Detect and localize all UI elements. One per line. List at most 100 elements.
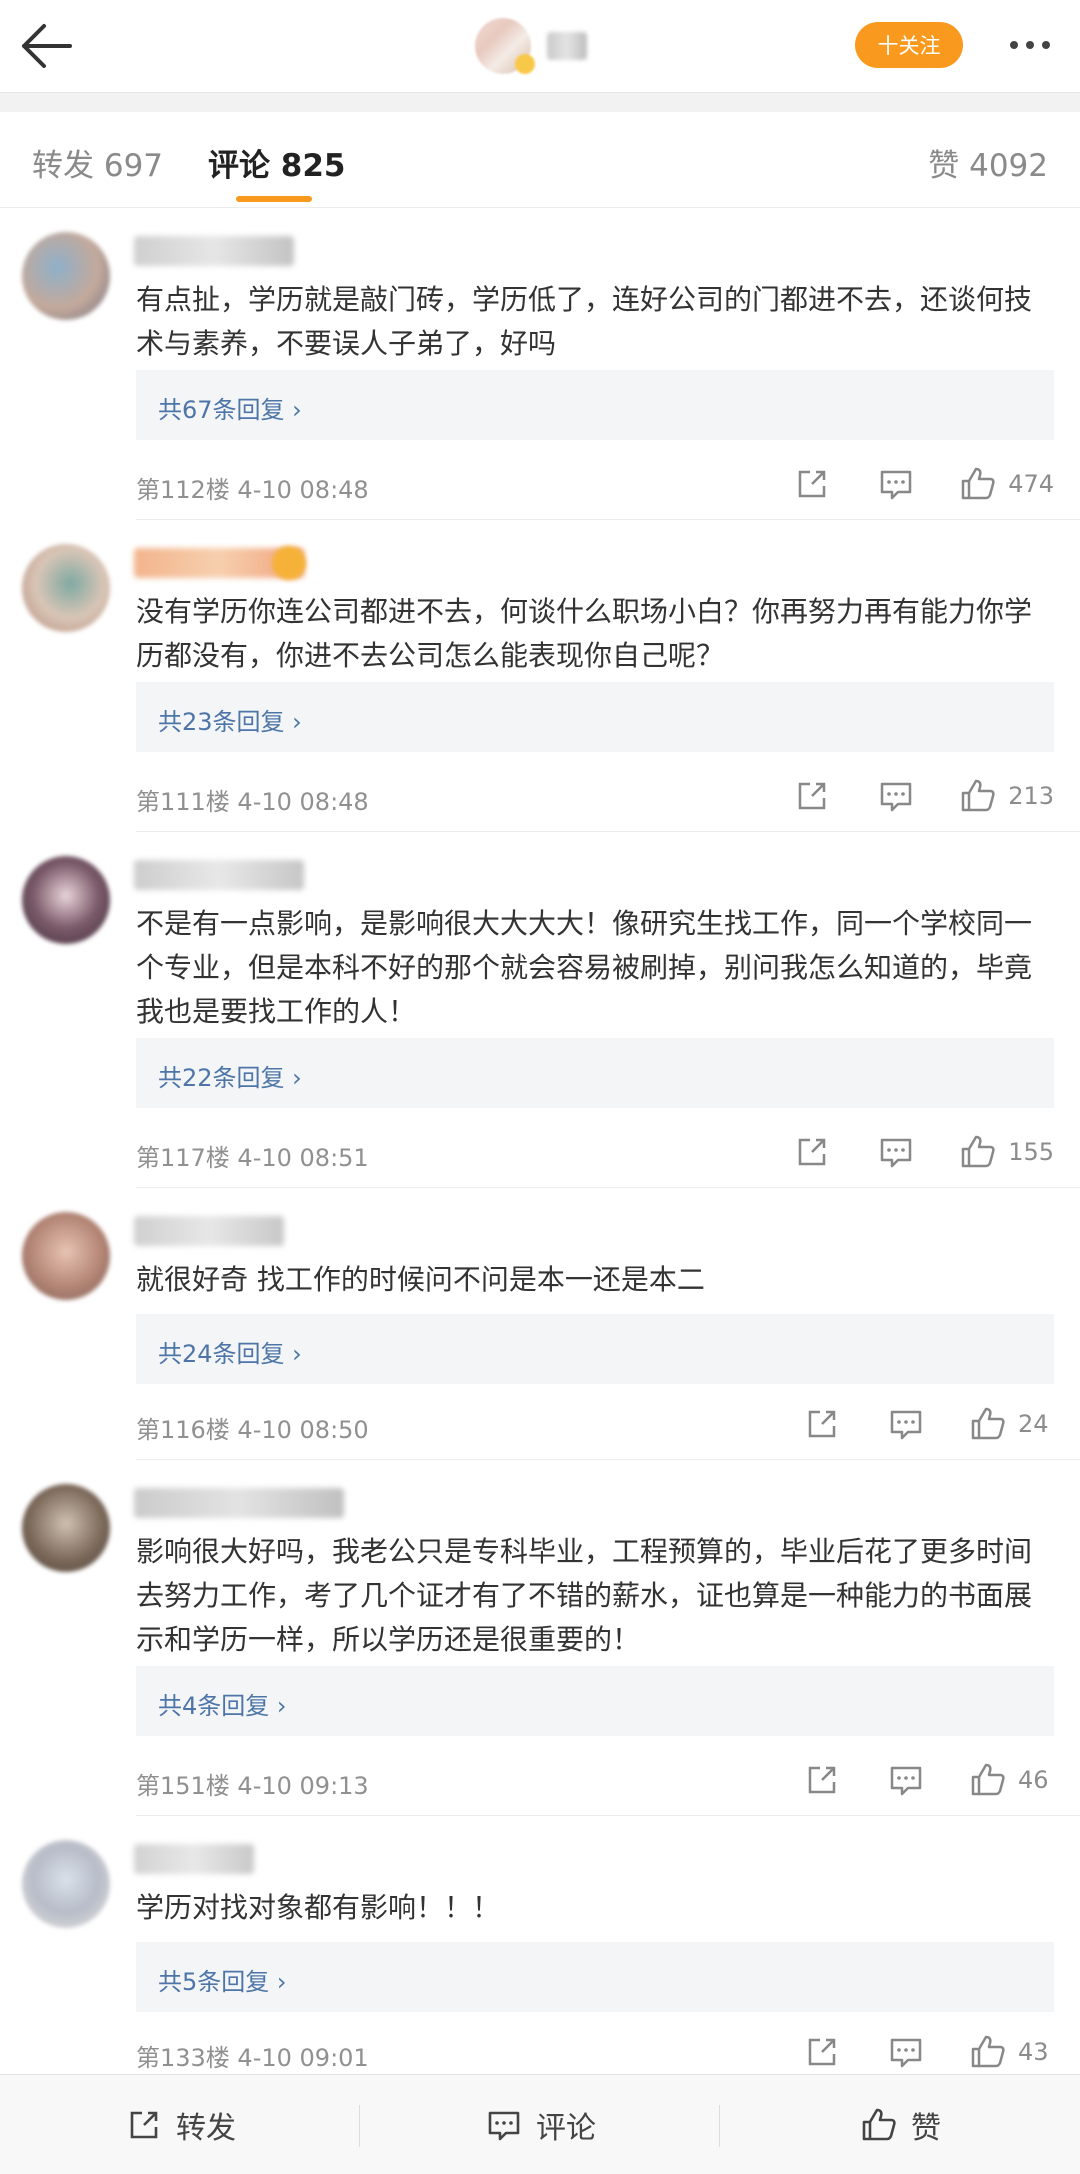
reply-count-label: 共23条回复 › <box>158 708 302 736</box>
like-label: 赞 <box>911 2111 941 2146</box>
comment-meta: 第117楼 4-10 08:51 <box>136 1144 369 1172</box>
comment-item: 不是有一点影响，是影响很大大大大！像研究生找工作，同一个学校同一个专业，但是本科… <box>0 832 1080 1188</box>
section-divider <box>0 92 1080 112</box>
arrow-left-icon <box>22 24 72 68</box>
like-button[interactable]: 155 <box>958 1132 1054 1172</box>
view-replies-button[interactable]: 共24条回复 › <box>136 1314 1054 1384</box>
like-post-button[interactable]: 赞 <box>720 2075 1080 2174</box>
thumbs-up-icon <box>961 1135 995 1168</box>
thumbs-up-icon <box>971 1407 1005 1440</box>
follow-button[interactable]: 十关注 <box>855 22 963 68</box>
tab-comments[interactable]: 评论 825 <box>208 140 346 185</box>
comment-actions: 43 <box>802 2032 1054 2072</box>
comment-item: 没有学历你连公司都进不去，何谈什么职场小白？你再努力再有能力你学历都没有，你进不… <box>0 520 1080 832</box>
more-dot <box>1042 41 1050 49</box>
like-count: 474 <box>1008 470 1054 498</box>
view-replies-button[interactable]: 共67条回复 › <box>136 370 1054 440</box>
like-button[interactable]: 474 <box>958 464 1054 504</box>
comment-text: 学历对找对象都有影响！！！ <box>136 1891 501 1924</box>
like-button[interactable]: 43 <box>968 2032 1054 2072</box>
comment-text: 有点扯，学历就是敲门砖，学历低了，连好公司的门都进不去，还谈何技术与素养，不要误… <box>136 283 1033 360</box>
like-count: 46 <box>1018 1766 1049 1794</box>
commenter-name-blurred[interactable] <box>134 1488 344 1518</box>
commenter-avatar[interactable] <box>22 1212 110 1300</box>
commenter-avatar[interactable] <box>22 1484 110 1572</box>
comment-actions: 474 <box>792 464 1054 504</box>
comment-icon[interactable] <box>876 464 916 504</box>
share-icon[interactable] <box>802 2032 842 2072</box>
reply-count-label: 共24条回复 › <box>158 1340 302 1368</box>
thumbs-up-icon <box>971 2035 1005 2068</box>
comment-text: 不是有一点影响，是影响很大大大大！像研究生找工作，同一个学校同一个专业，但是本科… <box>136 907 1033 1028</box>
share-icon[interactable] <box>792 464 832 504</box>
like-count: 155 <box>1008 1138 1054 1166</box>
share-icon[interactable] <box>802 1404 842 1444</box>
interaction-tabs: 转发 697 评论 825 赞 4092 <box>0 112 1080 208</box>
like-button[interactable]: 24 <box>968 1404 1054 1444</box>
comment-meta: 第133楼 4-10 09:01 <box>136 2044 369 2072</box>
commenter-name-blurred[interactable] <box>134 1844 254 1874</box>
commenter-avatar[interactable] <box>22 856 110 944</box>
more-dots-icon <box>1010 41 1018 49</box>
tab-likes[interactable]: 赞 4092 <box>928 140 1048 185</box>
comment-actions: 213 <box>792 776 1054 816</box>
comment-text: 没有学历你连公司都进不去，何谈什么职场小白？你再努力再有能力你学历都没有，你进不… <box>136 595 1033 672</box>
share-icon[interactable] <box>802 1760 842 1800</box>
reply-count-label: 共4条回复 › <box>158 1692 287 1720</box>
comment-text: 就很好奇 找工作的时候问不问是本一还是本二 <box>136 1263 705 1296</box>
view-replies-button[interactable]: 共22条回复 › <box>136 1038 1054 1108</box>
like-button[interactable]: 213 <box>958 776 1054 816</box>
commenter-name-blurred[interactable] <box>134 236 294 266</box>
active-tab-indicator <box>236 196 312 202</box>
share-icon <box>130 2111 158 2139</box>
commenter-name-blurred[interactable] <box>134 860 304 890</box>
comment-item: 影响很大好吗，我老公只是专科毕业，工程预算的，毕业后花了更多时间去努力工作，考了… <box>0 1460 1080 1816</box>
comment-icon[interactable] <box>886 1404 926 1444</box>
comment-meta: 第112楼 4-10 08:48 <box>136 476 369 504</box>
comment-item: 就很好奇 找工作的时候问不问是本一还是本二 共24条回复 › 第116楼 4-1… <box>0 1188 1080 1460</box>
tab-reposts[interactable]: 转发 697 <box>32 140 163 185</box>
like-count: 43 <box>1018 2038 1049 2066</box>
repost-button[interactable]: 转发 <box>0 2075 360 2174</box>
bottom-action-bar: 转发 评论 赞 <box>0 2074 1080 2174</box>
view-replies-button[interactable]: 共23条回复 › <box>136 682 1054 752</box>
share-icon[interactable] <box>792 776 832 816</box>
comment-icon[interactable] <box>886 2032 926 2072</box>
back-button[interactable] <box>14 16 80 76</box>
comment-text: 影响很大好吗，我老公只是专科毕业，工程预算的，毕业后花了更多时间去努力工作，考了… <box>136 1535 1033 1656</box>
comment-icon <box>488 2111 520 2141</box>
comment-icon[interactable] <box>876 776 916 816</box>
thumbs-up-icon <box>971 1763 1005 1796</box>
view-replies-button[interactable]: 共5条回复 › <box>136 1942 1054 2012</box>
member-badge-icon <box>272 546 306 580</box>
thumbs-up-icon <box>961 779 995 812</box>
like-count: 213 <box>1008 782 1054 810</box>
like-count: 24 <box>1018 1410 1049 1438</box>
comment-item: 学历对找对象都有影响！！！ 共5条回复 › 第133楼 4-10 09:01 4… <box>0 1816 1080 2074</box>
more-options-button[interactable] <box>998 22 1062 68</box>
comment-actions: 155 <box>792 1132 1054 1172</box>
reply-count-label: 共22条回复 › <box>158 1064 302 1092</box>
comment-button[interactable]: 评论 <box>360 2075 720 2174</box>
commenter-avatar[interactable] <box>22 544 110 632</box>
commenter-name-blurred[interactable] <box>134 1216 284 1246</box>
view-replies-button[interactable]: 共4条回复 › <box>136 1666 1054 1736</box>
comment-icon[interactable] <box>876 1132 916 1172</box>
thumbs-up-icon <box>862 2108 896 2141</box>
repost-label: 转发 <box>176 2111 236 2146</box>
share-icon[interactable] <box>792 1132 832 1172</box>
comment-label: 评论 <box>536 2111 596 2146</box>
author-name-blurred[interactable] <box>547 32 587 60</box>
verified-badge-icon <box>515 54 535 74</box>
author-info[interactable] <box>475 16 587 76</box>
comment-item: 有点扯，学历就是敲门砖，学历低了，连好公司的门都进不去，还谈何技术与素养，不要误… <box>0 208 1080 520</box>
author-avatar[interactable] <box>475 18 535 74</box>
commenter-avatar[interactable] <box>22 1840 110 1928</box>
comment-actions: 46 <box>802 1760 1054 1800</box>
reply-count-label: 共5条回复 › <box>158 1968 287 1996</box>
comment-actions: 24 <box>802 1404 1054 1444</box>
more-dot <box>1026 41 1034 49</box>
like-button[interactable]: 46 <box>968 1760 1054 1800</box>
comment-icon[interactable] <box>886 1760 926 1800</box>
commenter-avatar[interactable] <box>22 232 110 320</box>
